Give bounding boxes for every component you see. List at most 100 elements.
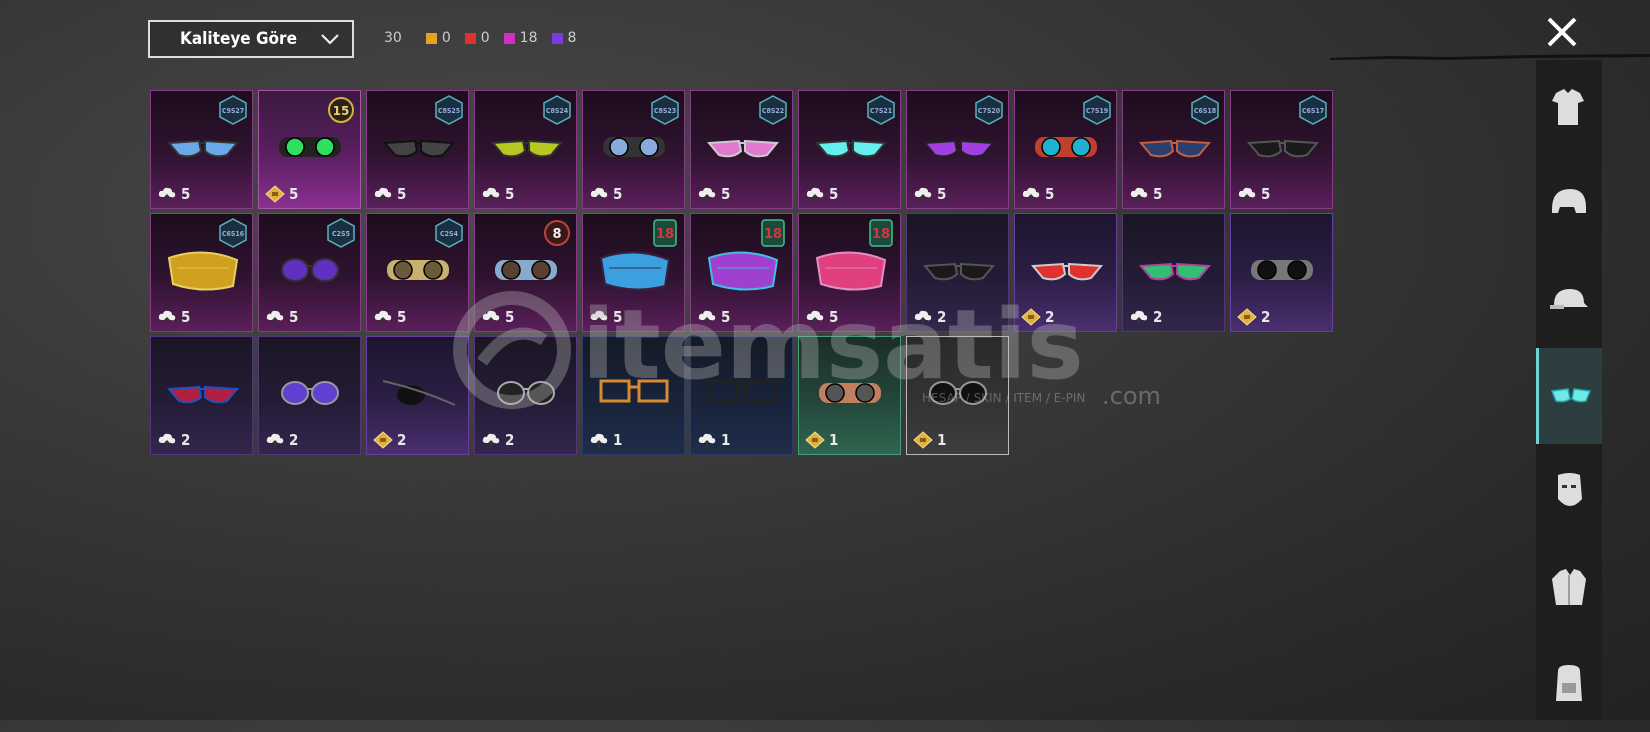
sidebar-item-helmet[interactable] bbox=[1536, 156, 1602, 252]
item-count: 5 bbox=[697, 308, 730, 326]
cloud-upload-icon bbox=[266, 310, 284, 325]
item-count-value: 5 bbox=[505, 185, 515, 203]
item-card[interactable]: 2 bbox=[258, 336, 361, 455]
sidebar-item-outfit[interactable] bbox=[1536, 60, 1602, 156]
diamond-currency-icon bbox=[1237, 308, 1257, 326]
item-card[interactable]: C6S18 5 bbox=[1122, 90, 1225, 209]
item-card[interactable]: C8S24 5 bbox=[474, 90, 577, 209]
item-count: 2 bbox=[481, 431, 514, 449]
category-sidebar bbox=[1536, 60, 1602, 720]
item-card[interactable]: C6S17 5 bbox=[1230, 90, 1333, 209]
item-card[interactable]: C7S21 5 bbox=[798, 90, 901, 209]
sidebar-item-mask[interactable] bbox=[1536, 444, 1602, 540]
aviator-black-glasses-icon bbox=[497, 381, 555, 405]
item-count: 5 bbox=[481, 308, 514, 326]
shades-green-glasses-icon bbox=[1138, 262, 1212, 281]
sort-dropdown[interactable]: Kaliteye Göre bbox=[148, 20, 354, 58]
item-count-value: 5 bbox=[937, 185, 947, 203]
item-count: 5 bbox=[1237, 185, 1270, 203]
item-count: 5 bbox=[1021, 185, 1054, 203]
item-card[interactable]: 1 bbox=[690, 336, 793, 455]
chevron-down-icon bbox=[321, 34, 339, 45]
item-count-value: 5 bbox=[505, 308, 515, 326]
item-count: 5 bbox=[157, 185, 190, 203]
item-card[interactable]: 2 bbox=[474, 336, 577, 455]
item-count-value: 5 bbox=[829, 185, 839, 203]
item-card[interactable]: 2 bbox=[150, 336, 253, 455]
item-card[interactable]: C8S25 5 bbox=[366, 90, 469, 209]
helmet-icon bbox=[1552, 189, 1586, 213]
item-card[interactable]: 1 bbox=[582, 336, 685, 455]
item-count: 2 bbox=[265, 431, 298, 449]
item-count: 5 bbox=[913, 185, 946, 203]
cloud-upload-icon bbox=[698, 187, 716, 202]
item-card[interactable]: 18 5 bbox=[690, 213, 793, 332]
item-count-value: 5 bbox=[721, 185, 731, 203]
svg-text:C8S24: C8S24 bbox=[546, 107, 569, 115]
cloud-upload-icon bbox=[914, 310, 932, 325]
item-count-value: 5 bbox=[1153, 185, 1163, 203]
item-count: 2 bbox=[157, 431, 190, 449]
item-count: 5 bbox=[805, 185, 838, 203]
goggle-mech-glasses-icon bbox=[1035, 137, 1097, 157]
item-card[interactable]: C2S5 5 bbox=[258, 213, 361, 332]
cloud-upload-icon bbox=[482, 433, 500, 448]
item-count: 5 bbox=[265, 185, 298, 203]
item-count-value: 5 bbox=[289, 308, 299, 326]
outfit-icon bbox=[1552, 89, 1584, 125]
svg-text:C9S27: C9S27 bbox=[222, 107, 244, 115]
item-count: 5 bbox=[157, 308, 190, 326]
item-count: 2 bbox=[373, 431, 406, 449]
sidebar-item-jacket[interactable] bbox=[1536, 540, 1602, 636]
cloud-upload-icon bbox=[698, 433, 716, 448]
close-icon[interactable] bbox=[1544, 14, 1580, 50]
item-card[interactable]: C8S22 5 bbox=[690, 90, 793, 209]
jacket-icon bbox=[1552, 569, 1586, 605]
item-count-value: 5 bbox=[721, 308, 731, 326]
item-card[interactable]: C7S19 5 bbox=[1014, 90, 1117, 209]
round-purple-glasses-icon bbox=[281, 258, 339, 282]
sidebar-item-glasses[interactable] bbox=[1536, 348, 1602, 444]
item-count-value: 2 bbox=[1261, 308, 1271, 326]
item-count-value: 5 bbox=[829, 308, 839, 326]
item-card[interactable]: 1 bbox=[906, 336, 1009, 455]
cloud-upload-icon bbox=[158, 433, 176, 448]
item-card[interactable]: C6S16 5 bbox=[150, 213, 253, 332]
cloud-upload-icon bbox=[914, 187, 932, 202]
item-card[interactable]: 18 5 bbox=[798, 213, 901, 332]
item-count: 1 bbox=[589, 431, 622, 449]
item-card[interactable]: 8 5 bbox=[474, 213, 577, 332]
item-card[interactable]: 2 bbox=[1122, 213, 1225, 332]
quality-counts: 30 0 0 18 8 bbox=[384, 30, 584, 46]
item-card[interactable]: 2 bbox=[906, 213, 1009, 332]
diamond-currency-icon bbox=[265, 185, 285, 203]
glasses-icon bbox=[1550, 388, 1591, 403]
shades-yellow-glasses-icon bbox=[490, 139, 564, 158]
item-card[interactable]: C9S27 5 bbox=[150, 90, 253, 209]
count-chip-orange: 0 bbox=[425, 30, 451, 46]
goggle-copper-glasses-icon bbox=[819, 383, 881, 403]
item-card[interactable]: 15 5 bbox=[258, 90, 361, 209]
count-chip-pink: 18 bbox=[503, 30, 538, 46]
item-card[interactable]: 2 bbox=[1230, 213, 1333, 332]
item-card[interactable]: 2 bbox=[366, 336, 469, 455]
item-card[interactable]: 2 bbox=[1014, 213, 1117, 332]
sidebar-item-cap[interactable] bbox=[1536, 252, 1602, 348]
item-card[interactable]: C8S23 5 bbox=[582, 90, 685, 209]
goggle-black-glasses-icon bbox=[1251, 260, 1313, 280]
item-card[interactable]: C2S4 5 bbox=[366, 213, 469, 332]
shades-dark-glasses-icon bbox=[382, 139, 456, 158]
item-card[interactable]: 1 bbox=[798, 336, 901, 455]
sidebar-item-backpack[interactable] bbox=[1536, 636, 1602, 732]
item-count: 1 bbox=[697, 431, 730, 449]
item-count-value: 2 bbox=[1153, 308, 1163, 326]
item-count: 5 bbox=[697, 185, 730, 203]
item-count-value: 2 bbox=[181, 431, 191, 449]
item-card[interactable]: 18 5 bbox=[582, 213, 685, 332]
item-count: 2 bbox=[1237, 308, 1270, 326]
item-count-value: 1 bbox=[829, 431, 839, 449]
item-count-value: 1 bbox=[721, 431, 731, 449]
shades-pink-glasses-icon bbox=[706, 139, 780, 158]
cloud-upload-icon bbox=[1130, 310, 1148, 325]
item-card[interactable]: C7S20 5 bbox=[906, 90, 1009, 209]
